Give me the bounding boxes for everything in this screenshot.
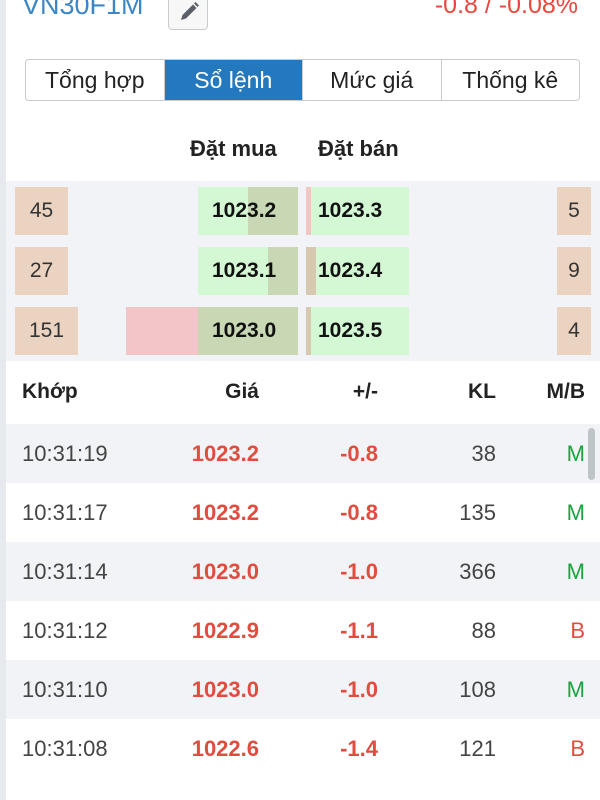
bid-header: Đặt mua [190, 136, 277, 161]
trade-volume: 121 [459, 736, 496, 761]
trade-volume: 366 [459, 559, 496, 584]
bid-quantity: 151 [15, 307, 78, 355]
trade-change: -1.0 [340, 677, 378, 702]
ask-price: 1023.4 [318, 259, 383, 282]
trade-time: 10:31:19 [22, 441, 108, 466]
col-header-change: +/- [352, 380, 378, 403]
col-header-time: Khớp [22, 380, 78, 403]
col-header-volume: KL [468, 380, 496, 403]
trade-volume: 38 [471, 441, 496, 466]
trade-row: 10:31:14 1023.0 -1.0 366 M [6, 542, 600, 601]
trade-time: 10:31:17 [22, 500, 108, 525]
trade-time: 10:31:10 [22, 677, 108, 702]
tab-tong-hop[interactable]: Tổng hợp [26, 60, 164, 100]
ask-quantity: 5 [557, 187, 591, 235]
trades-scrollbar[interactable] [588, 428, 595, 480]
bid-price: 1023.2 [212, 199, 277, 222]
trade-change: -0.8 [340, 500, 378, 525]
bid-quantity: 27 [15, 247, 68, 295]
bid-depth-bar-overflow [126, 307, 198, 355]
ask-quantity: 4 [557, 307, 591, 355]
order-book-row: 45 1023.2 1023.3 5 [6, 181, 600, 241]
tab-bar: Tổng hợp Sổ lệnh Mức giá Thống kê [25, 59, 580, 101]
symbol-title: VN30F1M [22, 0, 144, 20]
trade-price: 1023.2 [191, 500, 259, 525]
trade-price: 1023.2 [191, 441, 259, 466]
col-header-price: Giá [225, 380, 259, 403]
trade-price: 1023.0 [191, 559, 259, 584]
trade-price: 1023.0 [191, 677, 259, 702]
trade-side: M [566, 559, 585, 584]
price-change: -0.8 / -0.08% [434, 0, 578, 19]
trade-change: -1.4 [340, 736, 378, 761]
order-book-row: 27 1023.1 1023.4 9 [6, 241, 600, 301]
trade-time: 10:31:12 [22, 618, 108, 643]
trade-volume: 135 [459, 500, 496, 525]
ask-price: 1023.5 [318, 319, 383, 342]
bid-quantity: 45 [15, 187, 68, 235]
trade-side: M [566, 677, 585, 702]
trade-time: 10:31:08 [22, 736, 108, 761]
trade-side: B [570, 736, 585, 761]
trade-price: 1022.9 [191, 618, 259, 643]
trade-row: 10:31:12 1022.9 -1.1 88 B [6, 601, 600, 660]
tab-so-lenh[interactable]: Sổ lệnh [163, 60, 302, 100]
tab-muc-gia[interactable]: Mức giá [302, 60, 441, 100]
trade-row: 10:31:10 1023.0 -1.0 108 M [6, 660, 600, 719]
ask-price: 1023.3 [318, 199, 383, 222]
trade-row: 10:31:08 1022.6 -1.4 121 B [6, 719, 600, 778]
tab-thong-ke[interactable]: Thống kê [440, 60, 580, 100]
trade-side: B [570, 618, 585, 643]
order-book-row: 151 1023.0 1023.5 4 [6, 301, 600, 361]
pencil-icon [181, 2, 199, 20]
bid-price: 1023.0 [212, 319, 277, 342]
ask-depth-bar [306, 187, 311, 235]
trade-change: -1.1 [340, 618, 378, 643]
col-header-side: M/B [546, 380, 586, 403]
ask-header: Đặt bán [318, 136, 399, 161]
trade-side: M [566, 500, 585, 525]
trade-change: -1.0 [340, 559, 378, 584]
trade-volume: 88 [471, 618, 496, 643]
ask-depth-bar [306, 307, 311, 355]
ask-depth-bar [306, 247, 316, 295]
trade-time: 10:31:14 [22, 559, 108, 584]
ask-quantity: 9 [557, 247, 591, 295]
bid-price: 1023.1 [212, 259, 277, 282]
trade-volume: 108 [459, 677, 496, 702]
trade-change: -0.8 [340, 441, 378, 466]
edit-button[interactable] [168, 0, 208, 30]
trade-side: M [566, 441, 585, 466]
trade-row: 10:31:17 1023.2 -0.8 135 M [6, 483, 600, 542]
trade-row: 10:31:19 1023.2 -0.8 38 M [6, 424, 600, 483]
trade-price: 1022.6 [191, 736, 259, 761]
